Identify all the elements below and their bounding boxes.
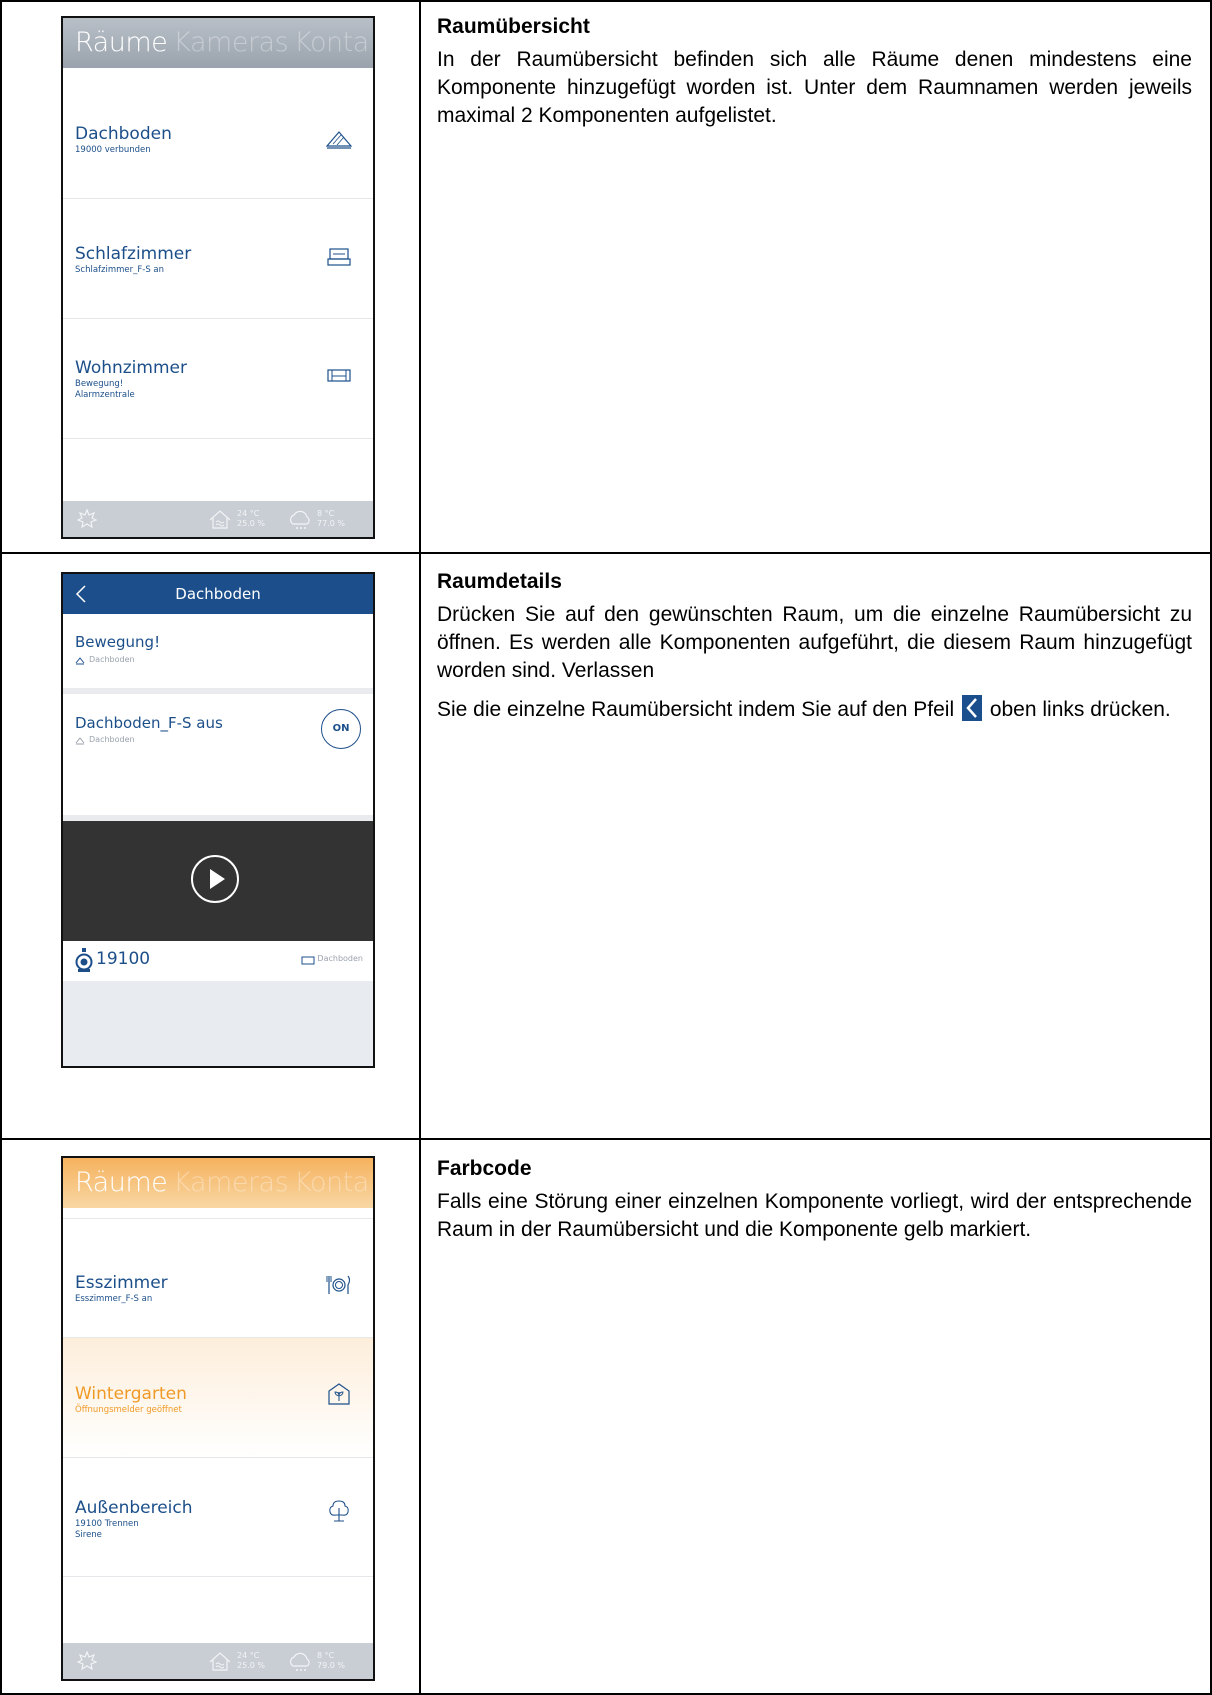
room-status: Öffnungsmelder geöffnet: [75, 1405, 182, 1415]
component-item-motion[interactable]: Bewegung! Dachboden: [63, 614, 373, 688]
tab-cameras[interactable]: Kameras: [173, 18, 288, 68]
component-name: Bewegung!: [75, 633, 161, 651]
tab-cameras[interactable]: Kameras: [173, 1158, 288, 1208]
room-item-aussenbereich[interactable]: Außenbereich 19100 Trennen Sirene: [63, 1458, 373, 1577]
section-raumuebersicht: Raumübersicht In der Raumübersicht befin…: [437, 14, 1192, 130]
room-status: Schlafzimmer_F-S an: [75, 265, 165, 275]
room-name: Dachboden: [75, 124, 172, 144]
room-item-wohnzimmer[interactable]: Wohnzimmer Bewegung! Alarmzentrale: [63, 319, 373, 439]
outdoor-temperature: 8 °C: [317, 1651, 335, 1660]
page-title: Dachboden: [175, 585, 261, 603]
room-name: Außenbereich: [75, 1498, 193, 1518]
section-farbcode: Farbcode Falls eine Störung einer einzel…: [437, 1156, 1192, 1244]
table-border-top: [0, 0, 1212, 2]
component-room: Dachboden: [89, 735, 135, 744]
tab-contacts[interactable]: Kontak: [294, 18, 373, 68]
room-item-wintergarten-warning[interactable]: Wintergarten Öffnungsmelder geöffnet: [63, 1338, 373, 1458]
indoor-humidity: 25.0 %: [237, 519, 265, 528]
outdoor-weather-icon: [290, 1652, 310, 1671]
section-paragraph: Falls eine Störung einer einzelnen Kompo…: [437, 1190, 1192, 1241]
paragraph-text: Sie die einzelne Raumübersicht indem Sie…: [437, 698, 955, 721]
table-row-divider-1: [0, 552, 1212, 554]
sofa-icon: [327, 369, 351, 382]
section-title: Raumübersicht: [437, 15, 590, 38]
back-arrow-icon: [961, 695, 982, 721]
room-item-schlafzimmer[interactable]: Schlafzimmer Schlafzimmer_F-S an: [63, 199, 373, 319]
indoor-climate-icon: [209, 510, 231, 529]
room-status: 19100 Trennen: [75, 1519, 139, 1529]
play-icon[interactable]: [190, 854, 240, 904]
screenshot-room-overview: RäumeKamerasKontak Dachboden 19000 verbu…: [61, 16, 375, 539]
empty-area: [63, 981, 373, 1066]
camera-video-preview[interactable]: [63, 821, 373, 941]
settings-gear-icon[interactable]: [77, 1651, 97, 1671]
room-status: 19000 verbunden: [75, 145, 151, 155]
section-raumdetails: Raumdetails Drücken Sie auf den gewünsch…: [437, 569, 1192, 724]
nav-bar: Dachboden: [63, 574, 373, 614]
indoor-climate-icon: [209, 1652, 231, 1671]
section-paragraph-continued: Sie die einzelne Raumübersicht indem Sie…: [437, 695, 1192, 724]
section-paragraph: In der Raumübersicht befinden sich alle …: [437, 48, 1192, 127]
plant-house-icon: [328, 1383, 350, 1405]
outdoor-humidity: 79.0 %: [317, 1661, 345, 1670]
on-button[interactable]: ON: [321, 709, 361, 749]
component-item-switch[interactable]: Dachboden_F-S aus Dachboden ON: [63, 694, 373, 816]
indoor-humidity: 25.0 %: [237, 1661, 265, 1670]
dining-icon: [326, 1275, 351, 1294]
settings-gear-icon[interactable]: [77, 509, 97, 529]
tab-bar: RäumeKamerasKontak: [63, 18, 373, 68]
indoor-temperature: 24 °C: [237, 509, 260, 518]
component-name: Dachboden_F-S aus: [75, 714, 223, 732]
indoor-temperature: 24 °C: [237, 1651, 260, 1660]
attic-icon: [75, 657, 85, 665]
section-title: Farbcode: [437, 1157, 532, 1180]
component-room: Dachboden: [89, 655, 135, 664]
tab-contacts[interactable]: Kontak: [294, 1158, 373, 1208]
outdoor-humidity: 77.0 %: [317, 519, 345, 528]
room-name: Wohnzimmer: [75, 358, 187, 378]
outdoor-weather-icon: [290, 510, 310, 529]
weather-footer: 24 °C 25.0 % 8 °C 79.0 %: [63, 1643, 373, 1679]
camera-room: Dachboden: [317, 954, 363, 963]
paragraph-text: oben links drücken.: [989, 698, 1171, 721]
room-name: Esszimmer: [75, 1273, 168, 1293]
room-list-top: [63, 1208, 373, 1219]
screenshot-color-code: RäumeKamerasKontak Esszimmer Esszimmer_F…: [61, 1156, 375, 1681]
table-column-divider: [419, 0, 421, 1695]
room-name: Wintergarten: [75, 1384, 187, 1404]
section-paragraph: Drücken Sie auf den gewünschten Raum, um…: [437, 603, 1192, 682]
room-icon: [301, 956, 315, 965]
tab-rooms[interactable]: Räume: [75, 18, 168, 68]
room-status: Bewegung!: [75, 379, 124, 389]
room-name: Schlafzimmer: [75, 244, 192, 264]
tab-rooms[interactable]: Räume: [75, 1158, 168, 1208]
table-border-left: [0, 0, 2, 1695]
attic-icon: [325, 131, 353, 149]
outdoor-temperature: 8 °C: [317, 509, 335, 518]
camera-icon: [75, 948, 93, 972]
camera-name: 19100: [96, 949, 151, 969]
bed-icon: [327, 248, 351, 266]
room-status: Esszimmer_F-S an: [75, 1294, 153, 1304]
weather-footer: 24 °C 25.0 % 8 °C 77.0 %: [63, 501, 373, 537]
tree-icon: [329, 1500, 349, 1522]
table-row-divider-2: [0, 1138, 1212, 1140]
tab-bar: RäumeKamerasKontak: [63, 1158, 373, 1208]
section-title: Raumdetails: [437, 570, 562, 593]
screenshot-room-details: Dachboden Bewegung! Dachboden Dachboden_…: [61, 572, 375, 1068]
room-status: Sirene: [75, 1530, 102, 1540]
attic-icon: [75, 737, 85, 745]
camera-item[interactable]: 19100 Dachboden: [63, 941, 373, 981]
room-status: Alarmzentrale: [75, 390, 135, 400]
room-item-esszimmer[interactable]: Esszimmer Esszimmer_F-S an: [63, 1219, 373, 1338]
room-item-dachboden[interactable]: Dachboden 19000 verbunden: [63, 68, 373, 199]
